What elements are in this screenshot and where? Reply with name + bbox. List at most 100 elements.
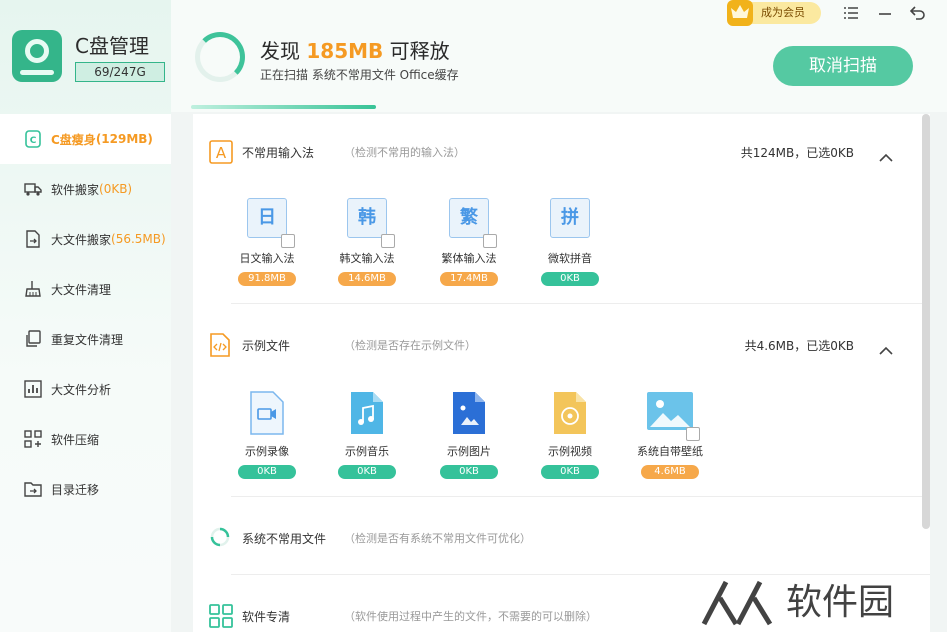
sample-item-wallpaper[interactable]: 系统自带壁纸 4.6MB (630, 391, 710, 479)
crown-icon (727, 0, 753, 26)
sample-item-music[interactable]: 示例音乐 0KB (327, 391, 407, 479)
section-title: 系统不常用文件 (242, 532, 327, 546)
sidebar-item-big-file-analysis[interactable]: 大文件分析 (0, 364, 171, 414)
item-checkbox[interactable] (686, 427, 700, 441)
sidebar-item-label: 大文件分析 (51, 382, 112, 397)
scrollbar[interactable] (922, 114, 930, 529)
item-label: 系统自带壁纸 (637, 445, 703, 458)
sidebar-item-c-slim[interactable]: C C盘瘦身 (129MB) (0, 114, 171, 164)
section-desc: （检测是否有系统不常用文件可优化） (344, 532, 531, 545)
music-file-icon (345, 391, 389, 437)
ime-item-japanese[interactable]: 日 日文输入法 91.8MB (227, 198, 307, 286)
disk-slim-icon: C (24, 130, 42, 148)
sidebar-item-label: C盘瘦身 (51, 132, 96, 147)
scan-spinner-icon (195, 32, 245, 82)
sidebar-item-label: 软件搬家 (51, 182, 100, 197)
item-label: 繁体输入法 (441, 252, 497, 265)
wallpaper-icon (646, 391, 700, 441)
scan-progress-bar (191, 105, 376, 109)
korean-ime-icon: 韩 (347, 198, 387, 238)
font-a-icon: A (209, 140, 233, 164)
item-size: 14.6MB (338, 272, 396, 286)
vip-label: 成为会员 (761, 6, 805, 19)
sidebar-item-software-move[interactable]: 软件搬家 (0KB) (0, 164, 171, 214)
section-title: 不常用输入法 (242, 146, 315, 160)
cancel-scan-button[interactable]: 取消扫描 (773, 46, 913, 86)
item-size: 0KB (541, 272, 599, 286)
sidebar-item-big-file-clean[interactable]: 大文件清理 (0, 264, 171, 314)
sidebar-item-label: 大文件搬家 (51, 232, 112, 247)
section-desc: （检测不常用的输入法） (344, 146, 465, 159)
scan-header: 发现 185MB 可释放 正在扫描 系统不常用文件 Office缓存 取消扫描 … (171, 0, 947, 112)
sidebar-item-software-compress[interactable]: 软件压缩 (0, 414, 171, 464)
sidebar-item-label: 大文件清理 (51, 282, 112, 297)
code-file-icon (209, 333, 233, 357)
section-ime: A 不常用输入法 （检测不常用的输入法） 共124MB，已选0KB 日 日文输入… (193, 134, 930, 294)
sidebar-item-big-file-move[interactable]: 大文件搬家 (56.5MB) (0, 214, 171, 264)
japanese-ime-icon: 日 (247, 198, 287, 238)
scan-status: 正在扫描 系统不常用文件 Office缓存 (260, 68, 459, 82)
item-size: 4.6MB (641, 465, 699, 479)
play-file-icon (548, 391, 592, 437)
scan-results: A 不常用输入法 （检测不常用的输入法） 共124MB，已选0KB 日 日文输入… (193, 114, 930, 632)
minimize-icon[interactable] (874, 2, 896, 24)
section-desc: （检测是否存在示例文件） (344, 339, 476, 352)
svg-text:软件园: 软件园 (786, 582, 894, 623)
sidebar-item-folder-migrate[interactable]: 目录迁移 (0, 464, 171, 514)
item-label: 韩文输入法 (339, 252, 395, 265)
pinyin-ime-icon: 拼 (550, 198, 590, 238)
section-title: 软件专清 (242, 610, 291, 624)
section-total: 共4.6MB，已选0KB (744, 339, 854, 353)
section-sample-files: 示例文件 （检测是否存在示例文件） 共4.6MB，已选0KB 示例录像 0KB … (193, 327, 930, 487)
svg-text:C: C (30, 136, 37, 146)
item-label: 示例图片 (447, 445, 491, 458)
image-file-icon (447, 391, 491, 437)
apps-grid-icon (209, 604, 233, 628)
loading-spinner-icon (209, 526, 233, 550)
sidebar-item-count: (0KB) (99, 182, 133, 196)
sidebar: C盘管理 69/247G C C盘瘦身 (129MB) 软件搬家 (0KB) 大文件… (0, 0, 171, 632)
brand: C盘管理 69/247G (12, 30, 165, 90)
compress-icon (24, 430, 42, 448)
sidebar-item-count: (129MB) (95, 132, 153, 146)
section-total: 共124MB，已选0KB (740, 146, 854, 160)
watermark-logo: 软件园 (700, 568, 947, 632)
sidebar-nav: C C盘瘦身 (129MB) 软件搬家 (0KB) 大文件搬家 (56.5MB) 大文… (0, 114, 171, 514)
duplicate-icon (24, 330, 42, 348)
divider (231, 303, 930, 304)
sample-item-play[interactable]: 示例视频 0KB (530, 391, 610, 479)
sidebar-item-count: (56.5MB) (111, 232, 166, 246)
chevron-up-icon[interactable] (879, 341, 893, 355)
menu-icon[interactable] (840, 2, 862, 24)
sample-item-image[interactable]: 示例图片 0KB (429, 391, 509, 479)
ime-item-pinyin[interactable]: 拼 微软拼音 0KB (530, 198, 610, 286)
disk-usage: 69/247G (75, 62, 165, 82)
found-amount: 185MB (306, 39, 384, 63)
sample-item-video[interactable]: 示例录像 0KB (227, 391, 307, 479)
item-size: 91.8MB (238, 272, 296, 286)
found-summary: 发现 185MB 可释放 (260, 39, 450, 63)
item-size: 0KB (440, 465, 498, 479)
item-size: 0KB (541, 465, 599, 479)
ime-item-traditional[interactable]: 繁 繁体输入法 17.4MB (429, 198, 509, 286)
sidebar-item-duplicate-clean[interactable]: 重复文件清理 (0, 314, 171, 364)
item-checkbox[interactable] (381, 234, 395, 248)
item-label: 示例音乐 (345, 445, 389, 458)
item-checkbox[interactable] (281, 234, 295, 248)
item-size: 0KB (338, 465, 396, 479)
section-title: 示例文件 (242, 339, 291, 353)
vip-button[interactable]: 成为会员 (727, 0, 821, 26)
section-desc: （软件使用过程中产生的文件，不需要的可以删除） (344, 610, 597, 623)
folder-move-icon (24, 480, 42, 498)
item-size: 17.4MB (440, 272, 498, 286)
item-checkbox[interactable] (483, 234, 497, 248)
back-icon[interactable] (907, 2, 929, 24)
video-file-icon (245, 391, 289, 437)
chevron-up-icon[interactable] (879, 148, 893, 162)
item-size: 0KB (238, 465, 296, 479)
broom-icon (24, 280, 42, 298)
svg-text:A: A (216, 144, 227, 162)
ime-item-korean[interactable]: 韩 韩文输入法 14.6MB (327, 198, 407, 286)
item-label: 示例视频 (548, 445, 592, 458)
file-move-icon (24, 230, 42, 248)
